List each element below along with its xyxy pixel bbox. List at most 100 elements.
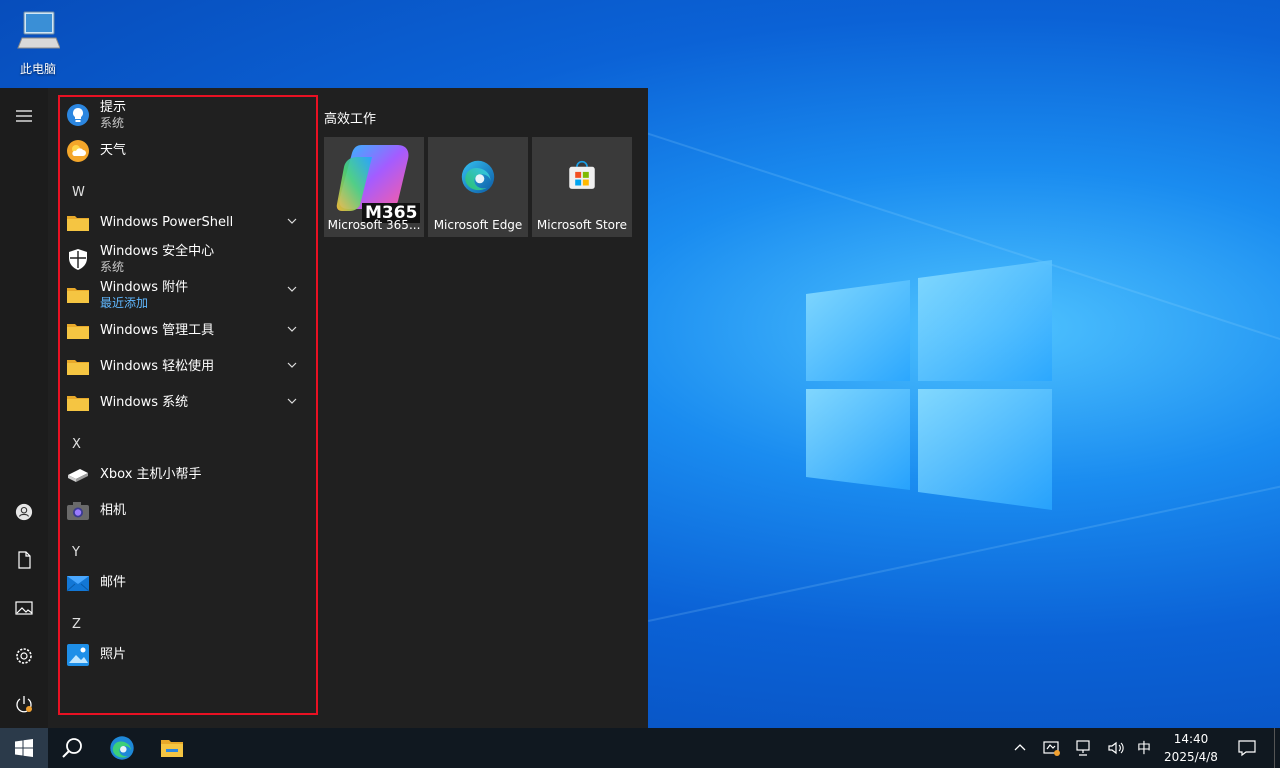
app-mail[interactable]: 邮件	[62, 565, 316, 601]
show-hidden-icons-button[interactable]	[1008, 728, 1032, 768]
folder-icon	[67, 360, 89, 375]
app-name: Windows PowerShell	[100, 215, 234, 230]
alpha-header-z[interactable]: Z	[72, 617, 81, 632]
tile-label: Microsoft Edge	[433, 218, 523, 232]
edge-icon	[110, 736, 134, 760]
start-button[interactable]	[0, 728, 48, 768]
defender-tray-icon	[1043, 741, 1060, 756]
input-method-indicator[interactable]: 中	[1132, 728, 1156, 768]
user-account-button[interactable]	[0, 492, 48, 532]
app-folder-admin-tools[interactable]: Windows 管理工具	[62, 313, 316, 349]
start-windows-icon	[15, 739, 33, 757]
alpha-header-w[interactable]: W	[72, 185, 85, 200]
app-name: 照片	[100, 647, 127, 662]
camera-icon	[67, 502, 89, 520]
chevron-down-icon[interactable]	[286, 359, 298, 371]
edge-icon	[461, 160, 495, 194]
clock-time: 14:40	[1173, 732, 1209, 746]
app-xbox-console-companion[interactable]: Xbox 主机小帮手	[62, 457, 316, 493]
show-desktop-button[interactable]	[1274, 728, 1280, 768]
weather-icon	[67, 140, 89, 162]
documents-icon	[18, 551, 31, 569]
app-subtitle: 系统	[100, 116, 125, 130]
user-account-icon	[15, 503, 33, 521]
tile-group-title[interactable]: 高效工作	[324, 108, 376, 127]
app-tips[interactable]: 提示 系统	[62, 97, 316, 133]
windows-logo-wallpaper	[806, 260, 1052, 510]
app-weather[interactable]: 天气	[62, 133, 316, 169]
search-icon	[62, 738, 82, 758]
clock-date: 2025/4/8	[1164, 750, 1218, 764]
power-icon	[16, 696, 32, 713]
taskbar-file-explorer-button[interactable]	[148, 728, 196, 768]
chevron-down-icon[interactable]	[286, 283, 298, 295]
app-photos[interactable]: 照片	[62, 637, 316, 673]
start-left-rail	[0, 88, 48, 728]
pictures-button[interactable]	[0, 588, 48, 628]
desktop-icon-label: 此电脑	[19, 62, 56, 76]
app-name: Windows 安全中心	[100, 244, 215, 259]
folder-icon	[67, 216, 89, 231]
file-explorer-icon	[161, 740, 183, 757]
app-camera[interactable]: 相机	[62, 493, 316, 529]
start-menu: 提示 系统 天气 W Windows PowerShell Windows 安全中…	[0, 88, 648, 728]
hamburger-menu-icon	[16, 110, 32, 122]
alpha-header-y[interactable]: Y	[72, 545, 80, 560]
app-name: Windows 系统	[100, 395, 189, 410]
app-folder-powershell[interactable]: Windows PowerShell	[62, 205, 316, 241]
chevron-down-icon[interactable]	[286, 215, 298, 227]
taskbar: 中 14:40 2025/4/8	[0, 728, 1280, 768]
app-name: Windows 轻松使用	[100, 359, 215, 374]
search-button[interactable]	[48, 728, 96, 768]
tips-bulb-icon	[67, 104, 89, 126]
settings-icon	[16, 648, 32, 664]
network-icon	[1076, 740, 1090, 756]
app-name: Windows 管理工具	[100, 323, 215, 338]
chevron-down-icon[interactable]	[286, 395, 298, 407]
xbox-console-icon	[68, 469, 88, 482]
app-folder-ease-of-access[interactable]: Windows 轻松使用	[62, 349, 316, 385]
action-center-button[interactable]	[1234, 728, 1260, 768]
app-name: 邮件	[100, 575, 127, 590]
chevron-up-icon	[1014, 744, 1026, 751]
clock[interactable]: 14:40 2025/4/8	[1156, 730, 1226, 766]
store-icon	[569, 160, 595, 189]
mail-icon	[66, 576, 90, 592]
photos-icon	[67, 644, 89, 666]
desktop-icon-this-pc[interactable]: 此电脑	[10, 8, 66, 77]
windows-security-shield-icon	[69, 249, 87, 270]
app-name: 相机	[100, 503, 127, 518]
app-subtitle: 系统	[100, 260, 125, 274]
app-name: 提示	[100, 100, 127, 115]
folder-icon	[67, 324, 89, 339]
network-tray-button[interactable]	[1072, 728, 1096, 768]
folder-icon	[67, 396, 89, 411]
alpha-header-x[interactable]: X	[72, 437, 81, 452]
tile-label: Microsoft Store	[536, 218, 628, 232]
recently-added-label: 最近添加	[100, 296, 149, 310]
power-button[interactable]	[0, 684, 48, 724]
pictures-icon	[15, 601, 33, 615]
chevron-down-icon[interactable]	[286, 323, 298, 335]
this-pc-icon	[17, 11, 61, 49]
tile-label: Microsoft 365...	[327, 218, 421, 232]
app-folder-windows-system[interactable]: Windows 系统	[62, 385, 316, 421]
settings-button[interactable]	[0, 636, 48, 676]
tile-microsoft-edge[interactable]: Microsoft Edge	[428, 137, 528, 237]
app-windows-security[interactable]: Windows 安全中心 系统	[62, 241, 316, 277]
expand-menu-button[interactable]	[0, 96, 48, 136]
tile-microsoft-365[interactable]: M365 Microsoft 365...	[324, 137, 424, 237]
app-name: Windows 附件	[100, 280, 189, 295]
folder-icon	[67, 288, 89, 303]
security-tray-button[interactable]	[1040, 728, 1064, 768]
volume-icon	[1108, 741, 1124, 755]
notification-icon	[1238, 740, 1256, 757]
app-folder-accessories[interactable]: Windows 附件 最近添加	[62, 277, 316, 313]
taskbar-edge-button[interactable]	[98, 728, 146, 768]
app-name: 天气	[100, 143, 127, 158]
documents-button[interactable]	[0, 540, 48, 580]
volume-tray-button[interactable]	[1104, 728, 1128, 768]
tile-microsoft-store[interactable]: Microsoft Store	[532, 137, 632, 237]
app-list: 提示 系统 天气 W Windows PowerShell Windows 安全中…	[58, 95, 318, 715]
app-name: Xbox 主机小帮手	[100, 467, 202, 482]
